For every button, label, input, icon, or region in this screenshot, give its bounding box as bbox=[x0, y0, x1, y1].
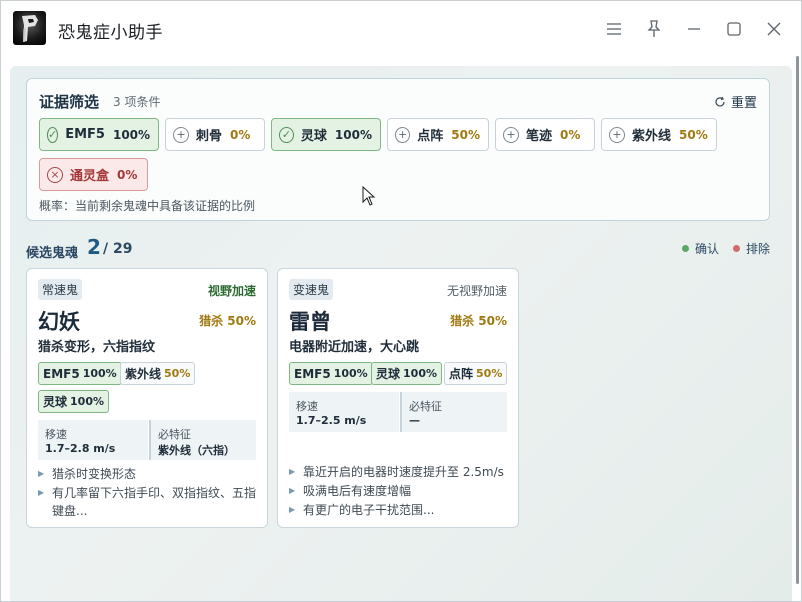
evidence-tag: 紫外线 50% bbox=[120, 362, 196, 385]
scrollbar[interactable] bbox=[796, 56, 799, 584]
ghost-desc: 电器附近加速，大心跳 bbox=[289, 340, 420, 355]
evidence-tag: 点阵 50% bbox=[444, 362, 508, 385]
mouse-cursor-icon bbox=[362, 186, 376, 206]
x-icon: × bbox=[47, 166, 63, 183]
ghost-card[interactable]: 常速鬼 视野加速 幻妖 猎杀 50% 猎杀变形，六指指纹 EMF5 100% 紫外… bbox=[26, 268, 268, 528]
chip-pct: 100% bbox=[334, 127, 372, 142]
ghost-card[interactable]: 变速鬼 无视野加速 雷曾 猎杀 50% 电器附近加速，大心跳 EMF5 100% … bbox=[277, 268, 519, 528]
chip-pct: 50% bbox=[679, 127, 708, 142]
maximize-icon[interactable] bbox=[721, 16, 747, 42]
chevron-right-icon: ▶ bbox=[38, 469, 45, 478]
chip-pct: 0% bbox=[230, 127, 251, 142]
plus-icon: + bbox=[503, 126, 519, 143]
evidence-tag: 灵球 100% bbox=[371, 362, 442, 385]
ghost-desc: 猎杀变形，六指指纹 bbox=[38, 340, 156, 355]
chip-label: 灵球 bbox=[300, 129, 327, 144]
filter-title: 证据筛选 bbox=[39, 93, 100, 111]
check-icon: ✓ bbox=[279, 126, 294, 143]
speed-type-tag: 常速鬼 bbox=[38, 279, 83, 300]
candidates-count: 2 bbox=[87, 235, 101, 259]
ghost-notes: ▶ 靠近开启的电器时速度提升至 2.5m/s ▶ 吸满电后有速度增幅 ▶ 有更广的电子… bbox=[289, 463, 511, 520]
chevron-right-icon: ▶ bbox=[289, 505, 296, 514]
chevron-right-icon: ▶ bbox=[289, 486, 296, 495]
filter-note: 概率：当前剩余鬼魂中具备该证据的比例 bbox=[39, 199, 256, 213]
chip-pct: 0% bbox=[117, 167, 138, 182]
must-feature-stat: 必特征 紫外线（六指） bbox=[149, 420, 256, 460]
check-icon: ✓ bbox=[47, 126, 59, 143]
chip-cigu[interactable]: + 刺骨 0% bbox=[165, 118, 265, 151]
exclude-dot-icon bbox=[732, 245, 740, 252]
note-item: ▶ 吸满电后有速度增幅 bbox=[289, 484, 412, 498]
chip-label: 点阵 bbox=[417, 129, 444, 144]
reset-button[interactable]: 重置 bbox=[714, 92, 757, 111]
ghost-name: 幻妖 bbox=[38, 310, 80, 334]
speed-stat: 移速 1.7–2.8 m/s bbox=[38, 420, 148, 460]
chip-dots[interactable]: + 点阵 50% bbox=[387, 118, 489, 151]
chip-spirit-box[interactable]: × 通灵盒 0% bbox=[39, 158, 148, 191]
ghost-notes: ▶ 猎杀时变换形态 ▶ 有几率留下六指手印、双指指纹、五指键盘... bbox=[38, 465, 258, 521]
must-feature-stat: 必特征 — bbox=[400, 392, 507, 432]
chip-label: 通灵盒 bbox=[70, 169, 110, 184]
pin-icon[interactable] bbox=[641, 16, 667, 42]
plus-icon: + bbox=[395, 126, 411, 143]
evidence-tag: EMF5 100% bbox=[38, 362, 122, 385]
legend-confirm: 确认 bbox=[694, 242, 719, 256]
note-item: ▶ 猎杀时变换形态 bbox=[38, 467, 137, 481]
refresh-icon bbox=[715, 96, 725, 106]
note-item: ▶ 靠近开启的电器时速度提升至 2.5m/s bbox=[289, 465, 504, 479]
chip-pct: 0% bbox=[560, 127, 581, 142]
note-item: ▶ 有更广的电子干扰范围... bbox=[289, 503, 435, 517]
plus-icon: + bbox=[173, 126, 189, 143]
candidates-total: / 29 bbox=[103, 241, 133, 257]
chip-uv[interactable]: + 紫外线 50% bbox=[601, 118, 717, 151]
legend: 确认 排除 bbox=[681, 240, 770, 257]
close-icon[interactable] bbox=[761, 16, 787, 42]
chip-emf5[interactable]: ✓ EMF5 100% bbox=[39, 118, 159, 151]
evidence-tag: EMF5 100% bbox=[289, 362, 373, 385]
evidence-filter-panel: 证据筛选 3 项条件 重置 ✓ EMF5 100% + 刺骨 0% ✓ 灵球 1… bbox=[26, 78, 770, 221]
chip-label: 紫外线 bbox=[632, 129, 672, 144]
chip-pct: 50% bbox=[451, 127, 480, 142]
title-bar: 恐鬼症小助手 bbox=[1, 1, 801, 59]
menu-icon[interactable] bbox=[601, 16, 627, 42]
evidence-tag: 灵球 100% bbox=[38, 390, 109, 413]
hunt-threshold: 猎杀 50% bbox=[450, 314, 507, 328]
reset-label: 重置 bbox=[730, 96, 757, 111]
chevron-right-icon: ▶ bbox=[289, 467, 296, 476]
chevron-right-icon: ▶ bbox=[38, 488, 45, 497]
chip-pct: 100% bbox=[112, 127, 151, 142]
speed-note: 无视野加速 bbox=[446, 284, 507, 298]
app-title: 恐鬼症小助手 bbox=[58, 23, 163, 43]
hunt-threshold: 猎杀 50% bbox=[199, 314, 256, 328]
chip-orb[interactable]: ✓ 灵球 100% bbox=[271, 118, 381, 151]
speed-note: 视野加速 bbox=[207, 284, 256, 298]
note-item: ▶ 有几率留下六指手印、双指指纹、五指键盘... bbox=[38, 486, 257, 518]
candidates-title: 候选鬼魂 bbox=[26, 246, 79, 261]
app-logo-icon bbox=[13, 11, 46, 45]
filter-count: 3 项条件 bbox=[113, 95, 161, 109]
confirm-dot-icon bbox=[681, 245, 689, 252]
chip-label: 笔迹 bbox=[526, 129, 553, 144]
plus-icon: + bbox=[609, 126, 625, 143]
speed-type-tag: 变速鬼 bbox=[289, 279, 334, 300]
app-window: 恐鬼症小助手 证据筛选 3 项条件 重置 ✓ EMF5 100% + 刺骨 0%… bbox=[0, 0, 802, 602]
legend-exclude: 排除 bbox=[745, 242, 770, 256]
minimize-icon[interactable] bbox=[681, 16, 707, 42]
chip-writing[interactable]: + 笔迹 0% bbox=[495, 118, 595, 151]
chip-label: EMF5 bbox=[65, 127, 105, 142]
ghost-name: 雷曾 bbox=[289, 310, 331, 334]
chip-label: 刺骨 bbox=[196, 129, 223, 144]
speed-stat: 移速 1.7–2.5 m/s bbox=[289, 392, 399, 432]
